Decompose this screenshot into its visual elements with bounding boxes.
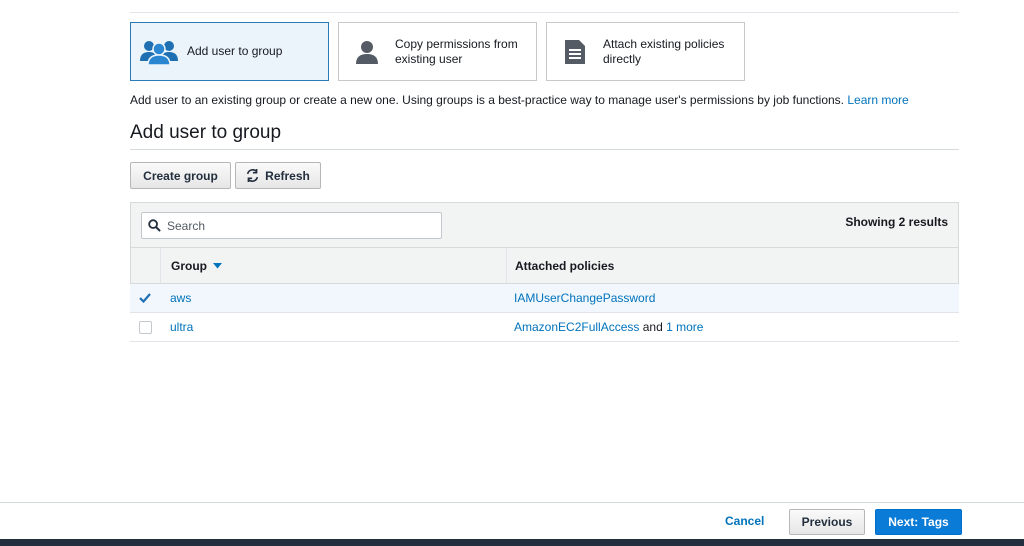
group-link[interactable]: aws <box>170 291 191 305</box>
users-group-icon <box>131 39 187 65</box>
groups-table: Showing 2 results Group Attached policie… <box>130 202 959 342</box>
refresh-button[interactable]: Refresh <box>235 162 321 189</box>
table-header-bar: Showing 2 results <box>130 202 959 247</box>
row-checkbox[interactable] <box>139 292 152 305</box>
results-count: Showing 2 results <box>845 215 948 229</box>
create-group-button[interactable]: Create group <box>130 162 231 189</box>
bottom-bar <box>0 539 1024 546</box>
group-link[interactable]: ultra <box>170 320 193 334</box>
option-add-user-to-group[interactable]: Add user to group <box>130 22 329 81</box>
previous-button[interactable]: Previous <box>789 509 865 535</box>
policies-cell: AmazonEC2FullAccess and 1 more <box>506 313 959 341</box>
search-input[interactable] <box>165 217 435 234</box>
user-icon <box>339 39 395 65</box>
permission-options: Add user to group Copy permissions from … <box>130 22 745 81</box>
search-box[interactable] <box>141 212 442 239</box>
caret-down-icon <box>213 262 222 268</box>
section-title: Add user to group <box>130 122 282 143</box>
next-tags-button[interactable]: Next: Tags <box>875 509 962 535</box>
row-checkbox-cell <box>130 313 160 341</box>
policy-suffix: and <box>639 320 667 334</box>
table-column-headers: Group Attached policies <box>130 247 959 284</box>
select-column-header <box>131 248 161 283</box>
policy-link[interactable]: AmazonEC2FullAccess <box>514 320 639 334</box>
group-description: Add user to an existing group or create … <box>130 93 909 107</box>
option-label: Copy permissions from existing user <box>395 36 518 66</box>
document-icon <box>547 39 603 65</box>
option-attach-policies[interactable]: Attach existing policies directly <box>546 22 745 81</box>
option-label: Add user to group <box>187 44 283 58</box>
column-header-policies: Attached policies <box>515 258 615 273</box>
option-copy-permissions[interactable]: Copy permissions from existing user <box>338 22 537 81</box>
learn-more-link[interactable]: Learn more <box>847 93 908 107</box>
cancel-button[interactable]: Cancel <box>725 514 764 528</box>
group-cell: aws <box>160 284 506 312</box>
top-divider <box>130 12 959 13</box>
column-header-group-label: Group <box>171 258 207 273</box>
policies-cell: IAMUserChangePassword <box>506 284 959 312</box>
table-row[interactable]: aws IAMUserChangePassword <box>130 284 959 313</box>
wizard-footer: Cancel Previous Next: Tags <box>0 502 1024 539</box>
row-checkbox[interactable] <box>138 320 152 334</box>
refresh-icon <box>246 169 259 182</box>
table-row[interactable]: ultra AmazonEC2FullAccess and 1 more <box>130 313 959 342</box>
refresh-label: Refresh <box>265 168 310 183</box>
more-policies-link[interactable]: 1 more <box>666 320 703 334</box>
search-icon <box>148 219 161 232</box>
description-text: Add user to an existing group or create … <box>130 93 844 107</box>
column-header-group[interactable]: Group <box>161 248 507 283</box>
policy-link[interactable]: IAMUserChangePassword <box>514 291 655 305</box>
section-divider <box>130 149 959 150</box>
option-label: Attach existing policies directly <box>603 36 725 66</box>
group-cell: ultra <box>160 313 506 341</box>
checkmark-icon <box>139 293 151 303</box>
row-checkbox-cell <box>130 284 160 312</box>
